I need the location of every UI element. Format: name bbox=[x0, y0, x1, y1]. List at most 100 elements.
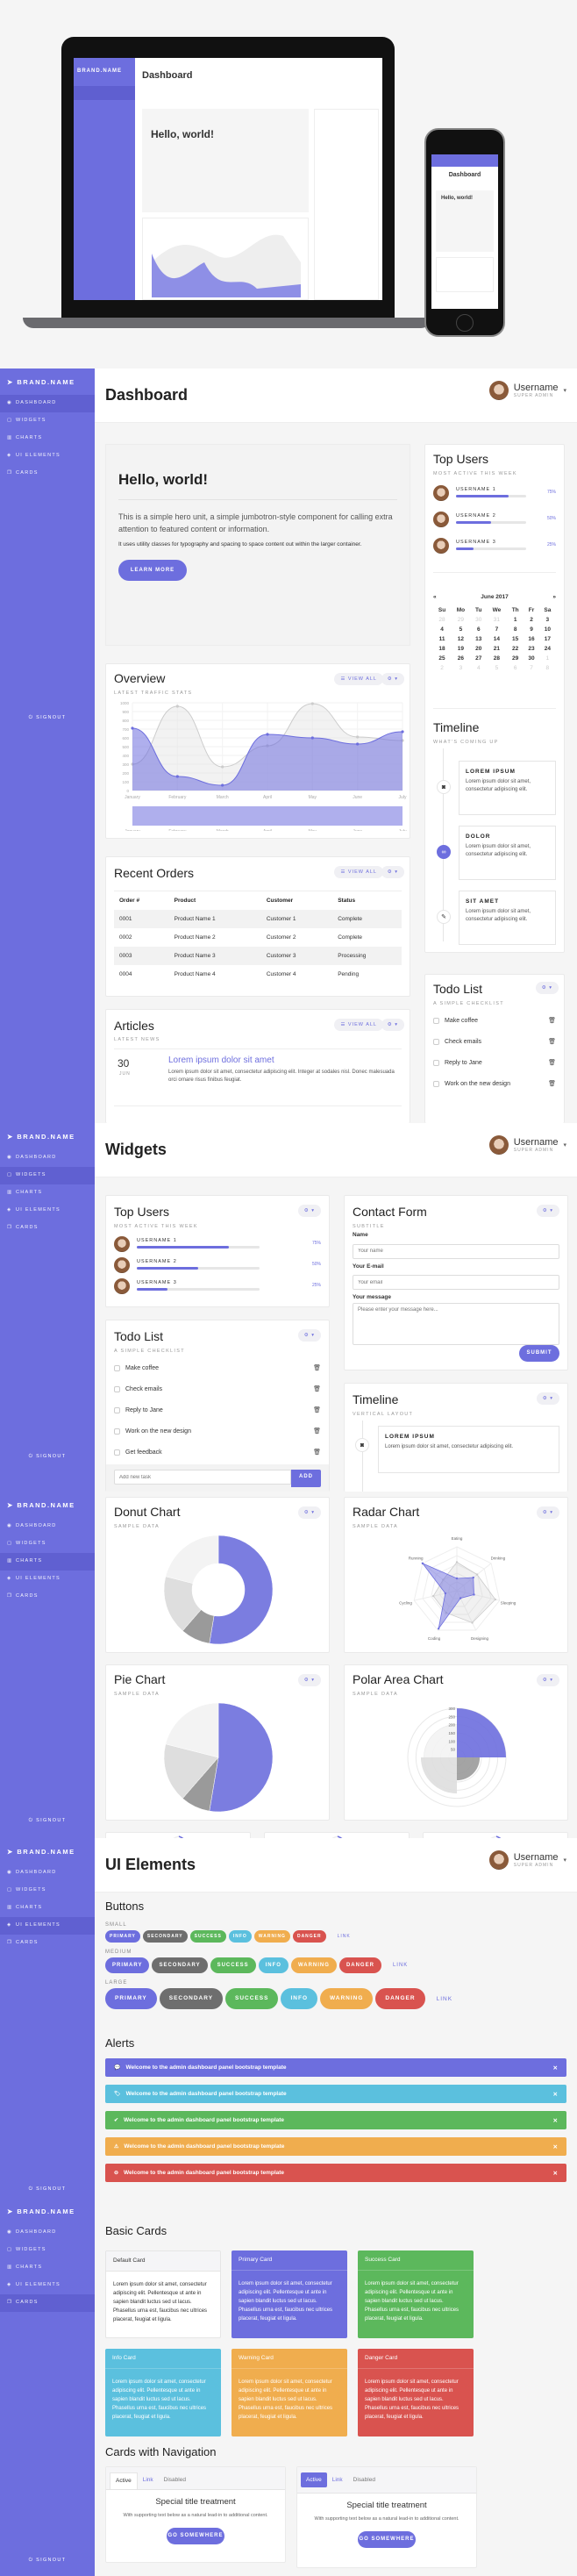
settings-dropdown[interactable]: ⚙ ▾ bbox=[536, 1674, 559, 1686]
sidebar-item-cards[interactable]: ❐ CARDS bbox=[0, 1220, 95, 1237]
article-title[interactable]: Lorem ipsum dolor sit amet bbox=[168, 1055, 274, 1065]
calendar-day[interactable]: 8 bbox=[507, 625, 524, 634]
sidebar-item-ui-elements[interactable]: ◈ UI ELEMENTS bbox=[0, 1202, 95, 1220]
todo-item[interactable]: Make coffee 🗑 bbox=[433, 1010, 556, 1031]
calendar-day[interactable]: 25 bbox=[433, 654, 451, 663]
calendar-day[interactable]: 3 bbox=[539, 615, 556, 625]
calendar-day[interactable]: 22 bbox=[507, 644, 524, 654]
calendar-day[interactable]: 2 bbox=[433, 663, 451, 673]
todo-checkbox[interactable] bbox=[114, 1449, 120, 1456]
tab-active[interactable]: Active bbox=[110, 2472, 138, 2489]
todo-checkbox[interactable] bbox=[114, 1385, 120, 1392]
user-row[interactable]: USERNAME 3 25% bbox=[433, 536, 556, 562]
calendar-day[interactable]: 10 bbox=[539, 625, 556, 634]
trash-icon[interactable]: 🗑 bbox=[548, 1017, 556, 1024]
calendar-day[interactable]: 13 bbox=[471, 634, 487, 644]
todo-item[interactable]: Work on the new design 🗑 bbox=[114, 1420, 321, 1442]
tab-link[interactable]: Link bbox=[138, 2472, 159, 2489]
danger-button[interactable]: DANGER bbox=[338, 1957, 381, 1973]
data-point[interactable] bbox=[421, 1562, 424, 1565]
email-input[interactable] bbox=[353, 1275, 559, 1290]
calendar-day[interactable]: 4 bbox=[433, 625, 451, 634]
data-point[interactable] bbox=[459, 1597, 462, 1599]
data-point[interactable] bbox=[473, 1593, 475, 1596]
sidebar-item-dashboard[interactable]: ◉ DASHBOARD bbox=[0, 1864, 95, 1882]
todo-item[interactable]: Check emails 🗑 bbox=[114, 1378, 321, 1399]
data-point[interactable] bbox=[437, 1628, 440, 1630]
calendar-day[interactable]: 18 bbox=[433, 644, 451, 654]
settings-dropdown[interactable]: ⚙ ▾ bbox=[381, 866, 404, 878]
sidebar-item-charts[interactable]: ▥ CHARTS bbox=[0, 1553, 95, 1571]
calendar-day[interactable]: 30 bbox=[471, 615, 487, 625]
data-point[interactable] bbox=[401, 730, 404, 733]
sidebar-item-ui-elements[interactable]: ◈ UI ELEMENTS bbox=[0, 447, 95, 465]
view-all-button[interactable]: ☰ VIEW ALL bbox=[334, 866, 383, 878]
link-button[interactable]: LINK bbox=[338, 1934, 351, 1939]
settings-dropdown[interactable]: ⚙ ▾ bbox=[381, 1019, 404, 1031]
calendar-day[interactable]: 29 bbox=[451, 615, 471, 625]
data-point[interactable] bbox=[131, 726, 134, 730]
primary-button[interactable]: PRIMARY bbox=[105, 1988, 157, 2009]
calendar-day[interactable]: 6 bbox=[471, 625, 487, 634]
data-point[interactable] bbox=[455, 1577, 459, 1580]
data-point[interactable] bbox=[310, 702, 314, 705]
add-task-button[interactable]: ADD bbox=[291, 1470, 321, 1487]
todo-checkbox[interactable] bbox=[114, 1364, 120, 1371]
calendar-day[interactable]: 1 bbox=[539, 654, 556, 663]
calendar-day[interactable]: 26 bbox=[451, 654, 471, 663]
data-point[interactable] bbox=[221, 784, 224, 787]
success-button[interactable]: SUCCESS bbox=[225, 1988, 279, 2009]
trash-icon[interactable]: 🗑 bbox=[548, 1080, 556, 1087]
brand-logo[interactable]: ➤ BRAND.NAME bbox=[0, 369, 95, 395]
todo-item[interactable]: Make coffee 🗑 bbox=[114, 1357, 321, 1378]
calendar-day[interactable]: 1 bbox=[507, 615, 524, 625]
info-button[interactable]: INFO bbox=[281, 1988, 317, 2009]
data-point[interactable] bbox=[444, 1592, 447, 1595]
trash-icon[interactable]: 🗑 bbox=[313, 1385, 321, 1392]
sidebar-item-dashboard[interactable]: ◉ DASHBOARD bbox=[0, 1149, 95, 1167]
data-point[interactable] bbox=[266, 733, 269, 736]
calendar-day[interactable]: 7 bbox=[487, 625, 507, 634]
calendar-day[interactable]: 9 bbox=[524, 625, 538, 634]
calendar-next-button[interactable]: » bbox=[552, 594, 556, 600]
data-point[interactable] bbox=[356, 742, 360, 746]
settings-dropdown[interactable]: ⚙ ▾ bbox=[536, 1506, 559, 1519]
go-somewhere-button[interactable]: GO SOMEWHERE bbox=[358, 2531, 416, 2548]
sidebar-item-charts[interactable]: ▥ CHARTS bbox=[0, 1184, 95, 1202]
todo-checkbox[interactable] bbox=[433, 1017, 439, 1024]
sidebar-item-dashboard[interactable]: ◉ DASHBOARD bbox=[0, 395, 95, 412]
sidebar-item-widgets[interactable]: ▢ WIDGETS bbox=[0, 1167, 95, 1184]
todo-item[interactable]: Work on the new design 🗑 bbox=[433, 1073, 556, 1094]
data-point[interactable] bbox=[175, 775, 179, 778]
polar-segment[interactable] bbox=[457, 1708, 506, 1757]
calendar-day[interactable]: 8 bbox=[539, 663, 556, 673]
trash-icon[interactable]: 🗑 bbox=[313, 1364, 321, 1371]
sidebar-item-widgets[interactable]: ▢ WIDGETS bbox=[0, 2242, 95, 2259]
calendar-day[interactable]: 16 bbox=[524, 634, 538, 644]
polar-segment[interactable] bbox=[420, 1757, 457, 1794]
sidebar-item-widgets[interactable]: ▢ WIDGETS bbox=[0, 412, 95, 430]
sidebar-item-cards[interactable]: ❐ CARDS bbox=[0, 2294, 95, 2312]
calendar-day[interactable]: 30 bbox=[524, 654, 538, 663]
view-all-button[interactable]: ☰ VIEW ALL bbox=[334, 1019, 383, 1031]
close-icon[interactable]: ✕ bbox=[553, 2064, 558, 2072]
settings-dropdown[interactable]: ⚙ ▾ bbox=[536, 1392, 559, 1405]
calendar-prev-button[interactable]: « bbox=[433, 594, 437, 600]
pie-slice[interactable] bbox=[209, 1535, 274, 1645]
settings-dropdown[interactable]: ⚙ ▾ bbox=[297, 1205, 321, 1217]
table-row[interactable]: 0002 Product Name 2 Customer 2 Complete bbox=[114, 928, 402, 947]
user-row[interactable]: USERNAME 2 50% bbox=[433, 510, 556, 536]
calendar-day[interactable]: 15 bbox=[507, 634, 524, 644]
danger-button[interactable]: DANGER bbox=[292, 1930, 326, 1943]
todo-item[interactable]: Check emails 🗑 bbox=[433, 1031, 556, 1052]
todo-item[interactable]: Get feedback 🗑 bbox=[114, 1442, 321, 1463]
message-textarea[interactable] bbox=[353, 1303, 559, 1345]
calendar-day[interactable]: 24 bbox=[539, 644, 556, 654]
calendar-day[interactable]: 4 bbox=[471, 663, 487, 673]
view-all-button[interactable]: ☰ VIEW ALL bbox=[334, 673, 383, 685]
success-button[interactable]: SUCCESS bbox=[189, 1930, 226, 1943]
calendar-day[interactable]: 17 bbox=[539, 634, 556, 644]
todo-item[interactable]: Reply to Jane 🗑 bbox=[114, 1399, 321, 1420]
close-icon[interactable]: ✕ bbox=[553, 2143, 558, 2150]
calendar-day[interactable]: 12 bbox=[451, 634, 471, 644]
